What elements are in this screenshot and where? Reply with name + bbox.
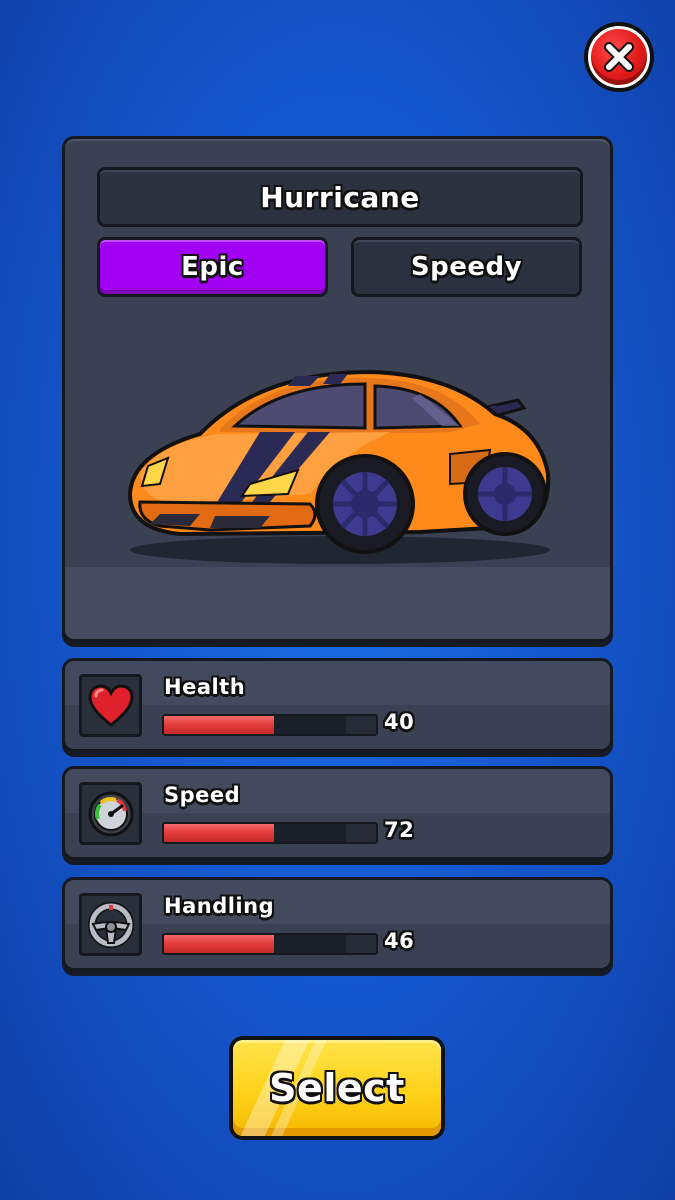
stat-value-speed: 72 (384, 818, 415, 842)
close-button[interactable] (584, 22, 654, 92)
handling-bar-fill (164, 935, 275, 953)
rarity-badge: Epic (97, 237, 328, 297)
stat-value-handling: 46 (384, 929, 415, 953)
stat-label-health: Health (164, 675, 246, 699)
heart-icon (79, 674, 142, 737)
speed-bar-fill (164, 824, 275, 842)
car-type-label: Speedy (410, 252, 523, 282)
speedometer-icon (79, 782, 142, 845)
steering-wheel-icon (79, 893, 142, 956)
car-image (127, 369, 551, 564)
stat-row-speed: Speed 72 (62, 766, 613, 860)
stat-value-health: 40 (384, 710, 415, 734)
car-type-badge: Speedy (351, 237, 582, 297)
speed-bar (162, 822, 378, 844)
stat-row-handling: Handling 46 (62, 877, 613, 971)
car-info-panel: Hurricane Epic Speedy (62, 136, 613, 642)
stat-row-health: Health 40 (62, 658, 613, 752)
car-name-bar: Hurricane (97, 167, 583, 227)
handling-bar (162, 933, 378, 955)
select-button[interactable]: Select (229, 1036, 445, 1140)
stat-label-speed: Speed (164, 783, 241, 807)
rarity-label: Epic (181, 252, 244, 282)
close-icon (604, 42, 634, 72)
health-bar (162, 714, 378, 736)
select-button-label: Select (269, 1066, 405, 1110)
car-name: Hurricane (260, 180, 420, 214)
stat-label-handling: Handling (164, 894, 275, 918)
health-bar-fill (164, 716, 275, 734)
